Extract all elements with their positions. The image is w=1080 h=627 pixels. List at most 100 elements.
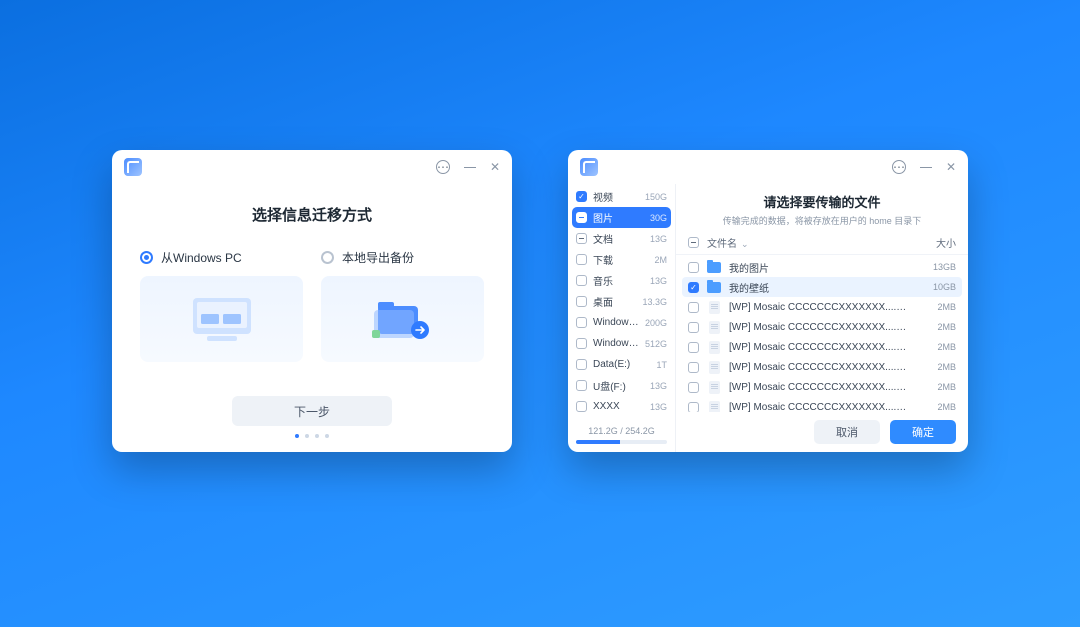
next-button[interactable]: 下一步 — [232, 396, 392, 426]
sidebar-item[interactable]: XXXX13G — [568, 396, 675, 417]
table-row[interactable]: [WP] Mosaic CCCCCCCXXXXXXX....ss.jpg 2MB — [682, 317, 962, 337]
sidebar-item[interactable]: 下载2M — [568, 249, 675, 270]
file-name: 我的图片 — [729, 260, 908, 275]
file-size: 2MB — [916, 322, 956, 332]
page-title: 选择信息迁移方式 — [252, 204, 372, 225]
table-row[interactable]: 我的壁纸 10GB — [682, 277, 962, 297]
sidebar-item-label: XXXX — [593, 401, 644, 412]
checkbox-icon[interactable] — [688, 362, 699, 373]
radio-icon[interactable] — [321, 251, 334, 264]
sidebar-item-label: 音乐 — [593, 273, 644, 288]
option-label: 本地导出备份 — [342, 249, 414, 266]
sidebar-item-label: 桌面 — [593, 294, 636, 309]
sidebar-item-label: Windows(D:) — [593, 338, 639, 349]
file-name: 我的壁纸 — [729, 280, 908, 295]
minimize-icon[interactable] — [920, 167, 932, 168]
sidebar-item-size: 13G — [650, 234, 667, 244]
step-dots — [295, 434, 329, 438]
storage-text: 121.2G / 254.2G — [576, 426, 667, 436]
more-icon[interactable]: ⋯ — [892, 160, 906, 174]
file-size: 13GB — [916, 262, 956, 272]
file-name: [WP] Mosaic CCCCCCCXXXXXXX....ss.jpg — [729, 302, 908, 313]
close-icon[interactable]: ✕ — [490, 161, 500, 173]
sidebar-item[interactable]: Windows(D:) 512G — [568, 333, 675, 354]
sidebar-item-size: 150G — [645, 192, 667, 202]
file-icon — [707, 340, 721, 354]
pc-illustration — [140, 276, 303, 362]
folder-icon — [707, 260, 721, 274]
storage-meter: 121.2G / 254.2G — [568, 420, 675, 452]
sidebar-item-size: 13G — [650, 381, 667, 391]
file-size: 10GB — [916, 282, 956, 292]
migration-window: ⋯ ✕ 选择信息迁移方式 从Windows PC — [112, 150, 512, 452]
file-size: 2MB — [916, 362, 956, 372]
sidebar-item-size: 512G — [645, 339, 667, 349]
sidebar-item-size: 2M — [654, 255, 667, 265]
col-name[interactable]: 文件名⌄ — [707, 235, 908, 250]
checkbox-icon[interactable] — [688, 342, 699, 353]
checkbox-icon[interactable] — [688, 382, 699, 393]
cancel-button[interactable]: 取消 — [814, 420, 880, 444]
checkbox-icon[interactable] — [576, 275, 587, 286]
checkbox-icon[interactable] — [576, 380, 587, 391]
sidebar-item-label: 文档 — [593, 231, 644, 246]
option-local-backup[interactable]: 本地导出备份 — [321, 249, 484, 362]
checkbox-icon[interactable] — [576, 338, 587, 349]
checkbox-icon[interactable] — [576, 191, 587, 202]
table-row[interactable]: [WP] Mosaic CCCCCCCXXXXXXX....ss.jpg2MB — [682, 357, 962, 377]
table-row[interactable]: 我的图片 13GB — [682, 257, 962, 277]
col-size[interactable]: 大小 — [916, 235, 956, 250]
option-label: 从Windows PC — [161, 249, 242, 266]
file-size: 2MB — [916, 302, 956, 312]
checkbox-icon[interactable] — [576, 317, 587, 328]
sidebar-item[interactable]: 桌面13.3G — [568, 291, 675, 312]
sidebar-item[interactable]: 音乐 13G — [568, 270, 675, 291]
checkbox-icon[interactable] — [576, 233, 587, 244]
sidebar-item-size: 13G — [650, 276, 667, 286]
sidebar-item-label: 视频 — [593, 189, 639, 204]
table-row[interactable]: [WP] Mosaic CCCCCCCXXXXXXX....ss.jpg2MB — [682, 377, 962, 397]
checkbox-icon[interactable] — [576, 254, 587, 265]
dot — [315, 434, 319, 438]
file-name: [WP] Mosaic CCCCCCCXXXXXXX....ss.jpg — [729, 402, 908, 413]
file-size: 2MB — [916, 342, 956, 352]
table-row[interactable]: [WP] Mosaic CCCCCCCXXXXXXX....ss.jpg2MB — [682, 337, 962, 357]
folder-illustration — [321, 276, 484, 362]
close-icon[interactable]: ✕ — [946, 161, 956, 173]
sidebar-item[interactable]: 文档 13G — [568, 228, 675, 249]
folder-icon — [707, 280, 721, 294]
sidebar-item[interactable]: Windows(C:)200G — [568, 312, 675, 333]
more-icon[interactable]: ⋯ — [436, 160, 450, 174]
checkbox-icon[interactable] — [688, 402, 699, 413]
file-size: 2MB — [916, 402, 956, 412]
sidebar-item[interactable]: 视频 150G — [568, 186, 675, 207]
sidebar-item[interactable]: 图片 30G — [572, 207, 671, 228]
checkbox-icon[interactable] — [576, 296, 587, 307]
sidebar-item[interactable]: Data(E:)1T — [568, 354, 675, 375]
confirm-button[interactable]: 确定 — [890, 420, 956, 444]
table-row[interactable]: [WP] Mosaic CCCCCCCXXXXXXX....ss.jpg 2MB — [682, 297, 962, 317]
file-icon — [707, 360, 721, 374]
table-header: 文件名⌄ 大小 — [676, 231, 968, 255]
checkbox-icon[interactable] — [576, 401, 587, 412]
checkbox-icon[interactable] — [688, 322, 699, 333]
checkbox-icon[interactable] — [576, 212, 587, 223]
option-from-windows[interactable]: 从Windows PC — [140, 249, 303, 362]
radio-icon[interactable] — [140, 251, 153, 264]
sidebar-item[interactable]: U盘(F:)13G — [568, 375, 675, 396]
file-name: [WP] Mosaic CCCCCCCXXXXXXX....ss.jpg — [729, 322, 908, 333]
checkbox-icon[interactable] — [576, 359, 587, 370]
sidebar-item-label: 图片 — [593, 210, 644, 225]
minimize-icon[interactable] — [464, 167, 476, 168]
table-row[interactable]: [WP] Mosaic CCCCCCCXXXXXXX....ss.jpg 2MB — [682, 397, 962, 412]
sidebar-item-label: Data(E:) — [593, 359, 650, 370]
checkbox-icon[interactable] — [688, 262, 699, 273]
select-all-checkbox[interactable] — [688, 237, 699, 248]
checkbox-icon[interactable] — [688, 282, 699, 293]
sidebar-item-size: 30G — [650, 213, 667, 223]
main-title: 请选择要传输的文件 — [686, 192, 958, 211]
dot — [325, 434, 329, 438]
checkbox-icon[interactable] — [688, 302, 699, 313]
category-sidebar: 视频150G图片30G文档13G下载2M音乐13G桌面13.3GWindows(… — [568, 184, 676, 452]
file-select-window: ⋯ ✕ 视频150G图片30G文档13G下载2M音乐13G桌面13.3GWind… — [568, 150, 968, 452]
